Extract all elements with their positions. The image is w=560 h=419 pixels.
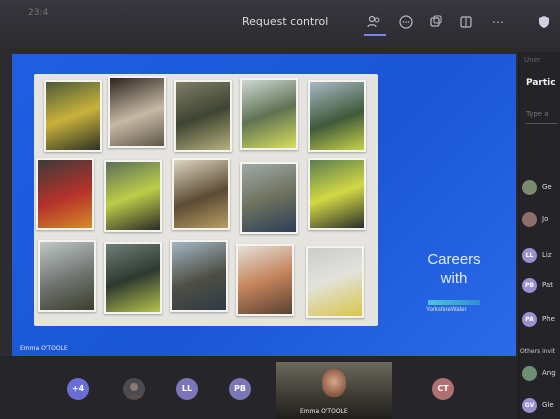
collage-photo (308, 80, 366, 152)
collage-photo (104, 242, 162, 314)
collage-photo (236, 244, 294, 316)
presenter-name: Emma O'TOOLE (20, 345, 68, 352)
clock: 23:4 (28, 8, 49, 18)
participant-search-input[interactable]: Type a (526, 110, 558, 124)
avatar[interactable]: CT (432, 378, 454, 400)
avatar[interactable]: PB (229, 378, 251, 400)
participant-name: Liz (542, 251, 552, 259)
collage-photo (104, 160, 162, 232)
avatar (522, 366, 537, 381)
avatar[interactable]: LL (176, 378, 198, 400)
collage-photo (38, 240, 96, 312)
collage-photo (170, 240, 228, 312)
participants-panel (518, 52, 560, 419)
participant-row[interactable]: Ge (522, 180, 560, 198)
avatar: GV (522, 398, 537, 413)
avatar[interactable] (123, 378, 145, 400)
participant-name: Phe (542, 315, 555, 323)
shared-screen: Careers with YorkshireWater (12, 54, 516, 356)
participant-row[interactable]: LL Liz (522, 248, 560, 266)
more-participants-badge[interactable]: +4 (67, 378, 89, 400)
more-icon[interactable]: ⋯ (490, 14, 506, 30)
participant-name: Gle (542, 401, 554, 409)
request-control-button[interactable]: Request control (242, 15, 328, 28)
chat-icon[interactable] (398, 14, 414, 30)
collage-photo (306, 246, 364, 318)
avatar: PB (522, 278, 537, 293)
collage-photo (174, 80, 232, 152)
avatar (522, 212, 537, 227)
invited-row[interactable]: Ang (522, 366, 560, 384)
collage-photo (240, 78, 298, 150)
participant-row[interactable]: PB Pat (522, 278, 560, 296)
logo-text: YorkshireWater (426, 307, 467, 313)
people-icon[interactable] (366, 14, 382, 30)
collage-photo (44, 80, 102, 152)
participant-row[interactable]: Jo (522, 212, 560, 230)
avatar: PA (522, 312, 537, 327)
careers-heading: Careers with (414, 250, 494, 288)
collage-photo (36, 158, 94, 230)
collage-photo (172, 158, 230, 230)
invited-row[interactable]: GV Gle (522, 398, 560, 416)
participant-name: Pat (542, 281, 553, 289)
avatar (522, 180, 537, 195)
participant-name: Ang (542, 369, 556, 377)
others-invited-header[interactable]: Others invit (520, 348, 555, 355)
active-tab-indicator (364, 34, 386, 36)
reactions-icon[interactable] (428, 14, 444, 30)
photo-collage (34, 74, 378, 326)
meeting-toolbar: 23:4 Request control ⋯ (0, 0, 560, 52)
yorkshire-water-logo (428, 300, 480, 305)
careers-text: Careers (427, 251, 481, 268)
panel-header-text: Uner (524, 56, 541, 64)
participant-name: Jo (542, 215, 549, 223)
shield-icon[interactable] (536, 14, 552, 30)
participant-face (322, 369, 346, 397)
participant-name: Ge (542, 183, 552, 191)
collage-photo (308, 158, 366, 230)
collage-photo (108, 76, 166, 148)
participants-title: Partic (526, 78, 556, 88)
rooms-icon[interactable] (458, 14, 474, 30)
participant-row[interactable]: PA Phe (522, 312, 560, 330)
avatar: LL (522, 248, 537, 263)
collage-photo (240, 162, 298, 234)
video-participant-name: Emma O'TOOLE (300, 408, 348, 415)
with-text: with (440, 270, 468, 287)
